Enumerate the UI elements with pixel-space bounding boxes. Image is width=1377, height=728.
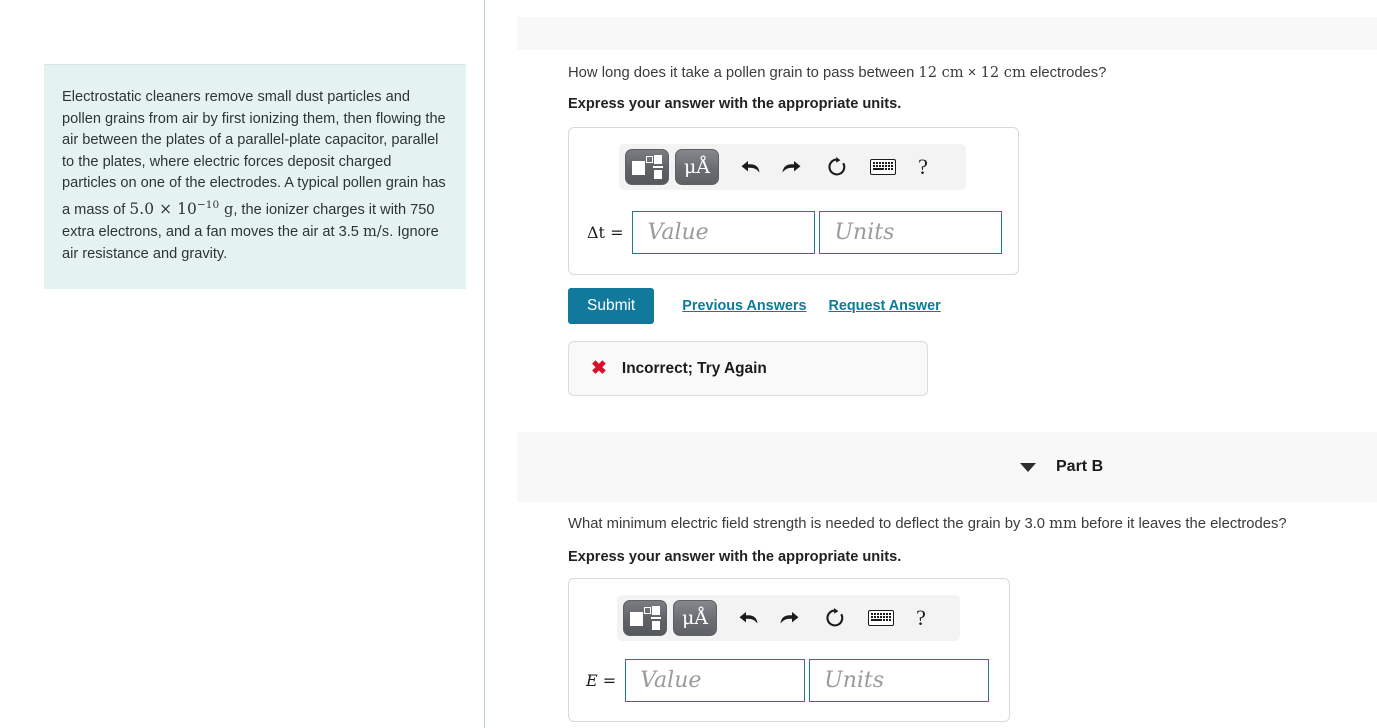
redo-glyph	[780, 612, 799, 624]
top-band	[517, 17, 1377, 50]
part-a-toolbar: μÅ ?	[619, 144, 966, 190]
redo-icon[interactable]	[769, 600, 809, 636]
part-b-question-post: before it leaves the electrodes?	[1076, 516, 1287, 532]
undo-icon[interactable]	[729, 600, 769, 636]
help-icon[interactable]: ?	[901, 600, 941, 636]
part-a-question-post: electrodes?	[1025, 65, 1107, 81]
part-a-input-row: Δt = Value Units	[587, 211, 1003, 254]
part-a-dim2: 12 cm	[980, 64, 1026, 81]
part-a-value-placeholder: Value	[647, 220, 709, 245]
part-b-instruction: Express your answer with the appropriate…	[568, 549, 902, 565]
keyboard-glyph	[868, 610, 894, 626]
chevron-down-icon[interactable]	[1020, 462, 1036, 472]
keyboard-glyph	[870, 159, 896, 175]
part-b-question-pre: What minimum electric field strength is …	[568, 516, 1050, 532]
problem-statement-box: Electrostatic cleaners remove small dust…	[44, 64, 466, 290]
undo-glyph	[741, 161, 760, 173]
part-a-feedback-box: ✖ Incorrect; Try Again	[568, 341, 928, 396]
undo-glyph	[739, 612, 758, 624]
x-mark-icon: ✖	[591, 358, 607, 379]
feedback-message: Incorrect; Try Again	[621, 359, 767, 377]
part-a-action-row: Submit Previous Answers Request Answer	[568, 288, 941, 324]
part-b-value-input[interactable]: Value	[625, 659, 806, 702]
part-b-variable: E	[586, 671, 598, 690]
part-a-variable: Δt	[587, 223, 605, 242]
redo-icon[interactable]	[771, 149, 811, 185]
part-b-units-placeholder: Units	[824, 668, 885, 693]
reset-glyph	[826, 608, 844, 627]
undo-icon[interactable]	[731, 149, 771, 185]
units-button[interactable]: μÅ	[675, 149, 719, 185]
part-b-equals: =	[602, 671, 617, 690]
part-a-dim1: 12 cm	[918, 64, 964, 81]
reset-glyph	[828, 157, 846, 176]
part-b-label: Part B	[1056, 458, 1104, 475]
part-b-variable-label: E =	[586, 671, 616, 690]
problem-mass-value: 5.0 × 10−10	[129, 198, 220, 218]
math-template-icon	[632, 155, 663, 179]
help-icon[interactable]: ?	[903, 149, 943, 185]
mass-exponent: −10	[196, 198, 220, 211]
micro-angstrom-icon: μÅ	[683, 155, 711, 178]
page-root: Electrostatic cleaners remove small dust…	[0, 0, 1377, 728]
reset-icon[interactable]	[817, 149, 857, 185]
previous-answers-link[interactable]: Previous Answers	[682, 298, 806, 314]
part-a-units-placeholder: Units	[834, 220, 895, 245]
keyboard-icon[interactable]	[863, 149, 903, 185]
problem-text-part1: Electrostatic cleaners remove small dust…	[62, 89, 446, 218]
reset-icon[interactable]	[815, 600, 855, 636]
speed-unit-label: m/s	[362, 223, 390, 241]
part-a-equals: =	[610, 223, 624, 242]
part-b-unit: mm	[1049, 515, 1077, 532]
part-a-value-input[interactable]: Value	[632, 211, 816, 254]
part-a-units-input[interactable]: Units	[819, 211, 1003, 254]
part-a-variable-label: Δt =	[587, 223, 623, 242]
part-b-toolbar: μÅ ?	[617, 595, 960, 641]
math-template-button[interactable]	[625, 149, 669, 185]
problem-pane: Electrostatic cleaners remove small dust…	[0, 0, 484, 728]
math-template-button[interactable]	[623, 600, 667, 636]
mass-mantissa: 5.0 × 10	[129, 199, 197, 218]
part-a-instruction: Express your answer with the appropriate…	[568, 96, 902, 112]
part-a-answer-panel: μÅ ? Δt = Value Units	[568, 127, 1019, 275]
math-template-icon	[630, 606, 661, 630]
part-b-input-row: E = Value Units	[586, 659, 990, 702]
part-b-answer-panel: μÅ ? E = Value Units	[568, 578, 1010, 722]
part-a-question: How long does it take a pollen grain to …	[568, 63, 1368, 83]
part-b-value-placeholder: Value	[640, 668, 702, 693]
part-b-header[interactable]: Part B	[517, 432, 1377, 502]
redo-glyph	[782, 161, 801, 173]
answer-pane: How long does it take a pollen grain to …	[485, 0, 1377, 728]
mass-unit-label: g	[223, 200, 234, 218]
problem-statement-text: Electrostatic cleaners remove small dust…	[62, 87, 446, 265]
part-b-question: What minimum electric field strength is …	[568, 514, 1368, 534]
submit-button[interactable]: Submit	[568, 288, 655, 324]
micro-angstrom-icon: μÅ	[681, 606, 709, 629]
part-a-question-pre: How long does it take a pollen grain to …	[568, 65, 919, 81]
request-answer-link[interactable]: Request Answer	[829, 298, 941, 314]
part-b-units-input[interactable]: Units	[809, 659, 990, 702]
units-button[interactable]: μÅ	[673, 600, 717, 636]
keyboard-icon[interactable]	[861, 600, 901, 636]
